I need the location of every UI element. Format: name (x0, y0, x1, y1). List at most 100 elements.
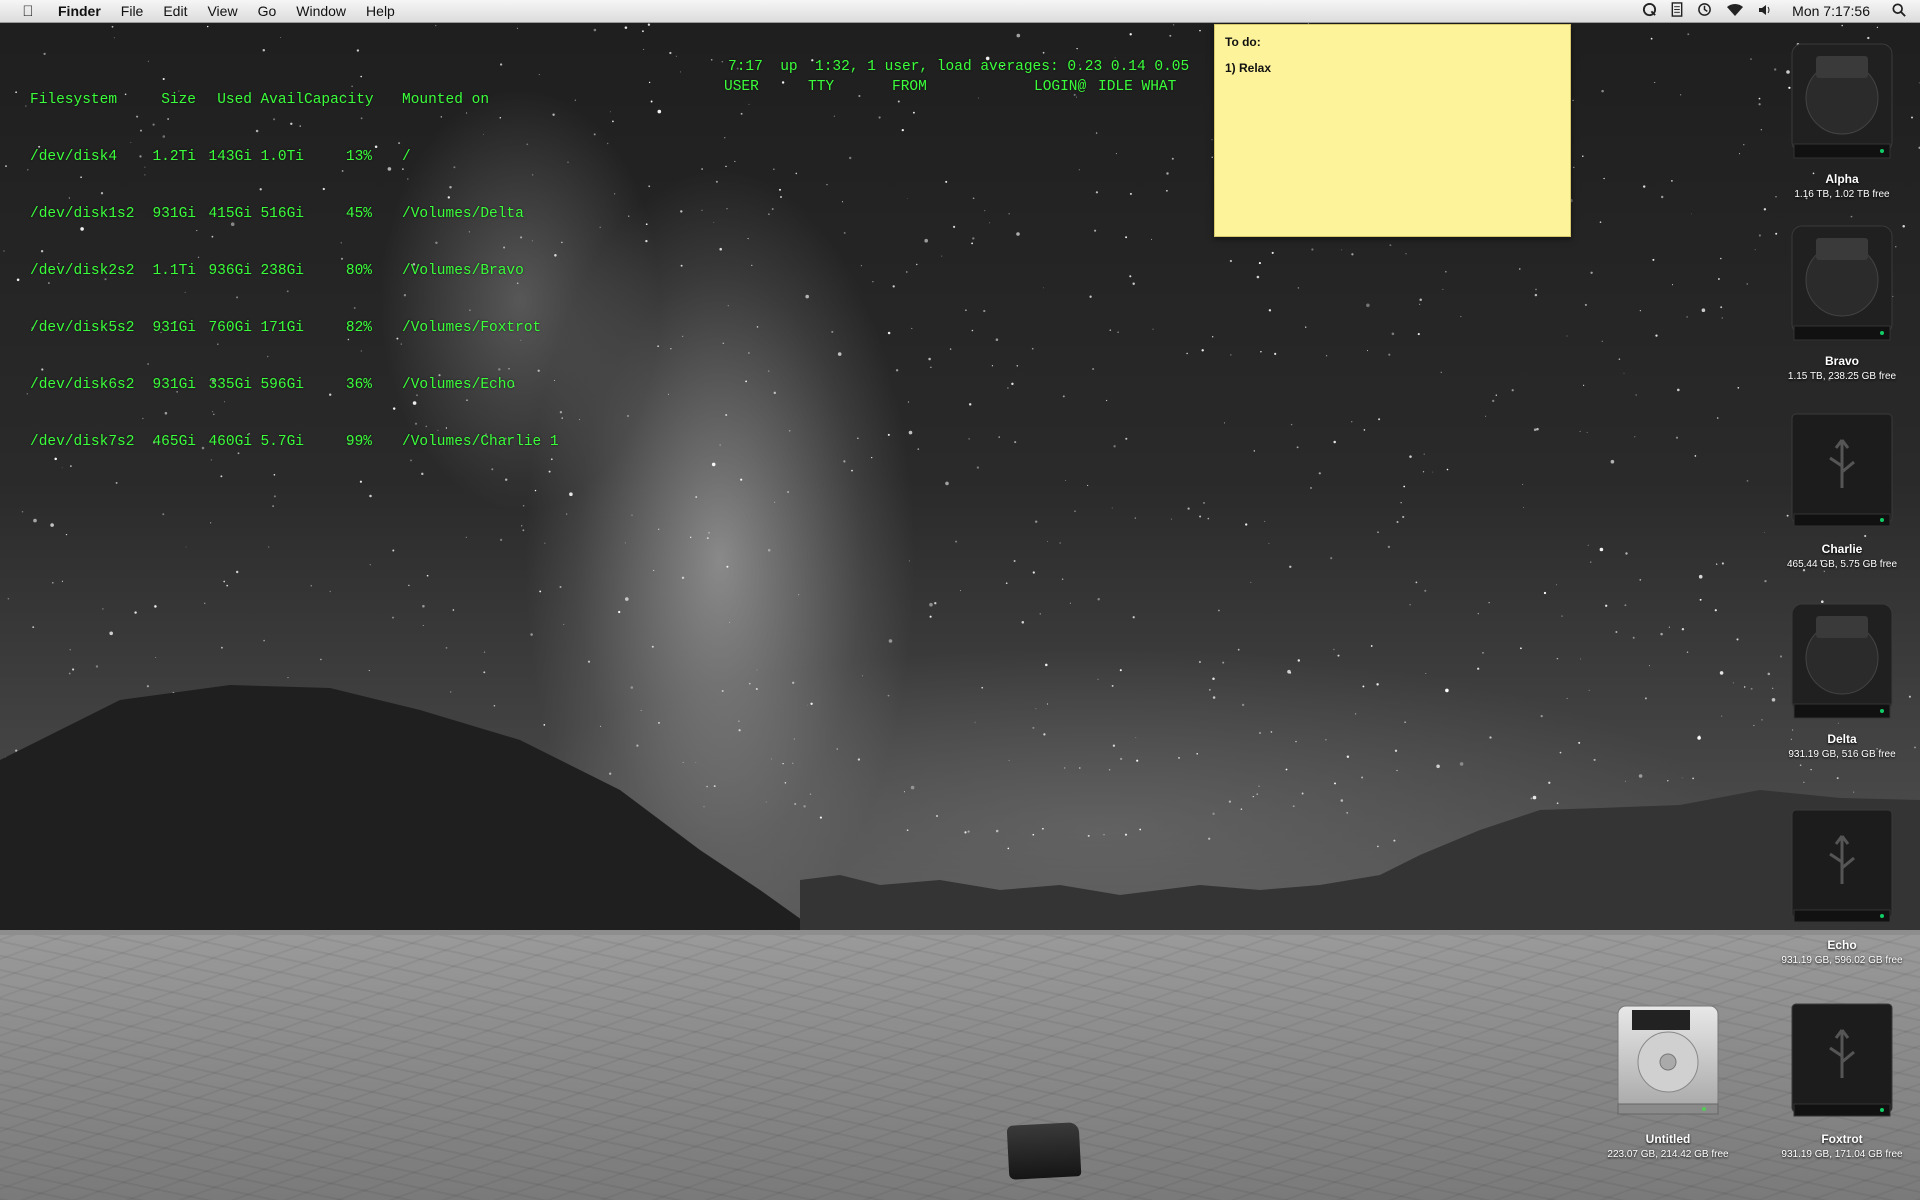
wifi-icon[interactable] (1726, 3, 1744, 20)
star (320, 658, 322, 661)
star (1337, 654, 1340, 657)
star (1590, 271, 1593, 274)
drive-icon-delta[interactable]: Delta 931.19 GB, 516 GB free (1777, 600, 1907, 760)
star (1132, 282, 1135, 285)
star (452, 609, 455, 611)
star (1520, 647, 1522, 650)
star (1911, 116, 1913, 119)
star (210, 522, 212, 524)
drive-icon-untitled[interactable]: Untitled 223.07 GB, 214.42 GB free (1603, 1000, 1733, 1160)
star (1351, 421, 1353, 423)
star (1716, 417, 1719, 419)
star (1076, 47, 1078, 50)
star (991, 365, 994, 367)
spotlight-icon[interactable] (1892, 2, 1906, 20)
df-header-cell: Capacity (304, 92, 374, 108)
apple-menu-icon[interactable]:  (18, 3, 38, 20)
star (1763, 208, 1767, 211)
star (483, 671, 486, 674)
star (1758, 97, 1761, 100)
star (681, 576, 685, 580)
star (422, 625, 424, 627)
star (113, 37, 115, 39)
drive-info: 1.15 TB, 238.25 GB free (1787, 371, 1897, 382)
star (3, 250, 5, 252)
star (612, 120, 614, 123)
star (1129, 192, 1132, 195)
menu-window[interactable]: Window (286, 3, 356, 19)
volume-icon[interactable] (1758, 3, 1772, 20)
star (1290, 423, 1293, 426)
star (768, 213, 770, 215)
sticky-title: To do: (1225, 35, 1261, 49)
df-row: /dev/disk6s2 931Gi 335Gi 596Gi 36% /Volu… (30, 376, 602, 395)
sticky-note[interactable]: To do: 1) Relax (1214, 24, 1571, 237)
star (745, 380, 747, 383)
star (945, 180, 948, 183)
star (1639, 579, 1642, 581)
usb-drive-icon (1786, 1000, 1898, 1122)
quicktime-icon[interactable] (1642, 2, 1657, 20)
star (751, 264, 753, 266)
star (1199, 515, 1202, 518)
star (1671, 284, 1674, 286)
menu-file[interactable]: File (111, 3, 154, 19)
star (1556, 657, 1559, 660)
star (1737, 387, 1740, 389)
star (972, 237, 975, 240)
star (1738, 153, 1741, 155)
star (959, 590, 962, 592)
star (499, 538, 503, 542)
star (1007, 387, 1009, 389)
star (1477, 667, 1480, 670)
drive-info: 931.19 GB, 596.02 GB free (1781, 955, 1903, 966)
star (971, 329, 974, 332)
star (1377, 531, 1379, 534)
app-menu-finder[interactable]: Finder (54, 3, 111, 19)
df-header-cell: Size (161, 92, 196, 108)
star (998, 436, 1000, 438)
star (1370, 645, 1373, 647)
star (220, 475, 223, 478)
menu-clock[interactable]: Mon 7:17:56 (1792, 3, 1870, 19)
df-cell: / (402, 149, 411, 165)
drive-icon-alpha[interactable]: Alpha 1.16 TB, 1.02 TB free (1777, 40, 1907, 200)
df-cell: 143Gi (208, 149, 252, 165)
star (773, 391, 777, 395)
star (530, 633, 533, 636)
star (1543, 591, 1547, 595)
star (1763, 531, 1765, 533)
star (913, 111, 915, 114)
star (25, 105, 27, 107)
menu-view[interactable]: View (197, 3, 247, 19)
drive-icon-charlie[interactable]: Charlie 465.44 GB, 5.75 GB free (1777, 410, 1907, 570)
star (1419, 298, 1422, 301)
star (1615, 631, 1618, 633)
star (268, 546, 270, 548)
menu-help[interactable]: Help (356, 3, 405, 19)
menu-go[interactable]: Go (248, 3, 287, 19)
star (701, 209, 703, 211)
drive-icon-echo[interactable]: Echo 931.19 GB, 596.02 GB free (1777, 806, 1907, 966)
star (32, 626, 35, 629)
script-icon[interactable] (1671, 2, 1683, 20)
who-header-cell: IDLE WHAT (1098, 79, 1177, 95)
star (1186, 352, 1188, 355)
df-header-cell: Used (217, 92, 252, 108)
star (1720, 306, 1723, 309)
drive-icon-foxtrot[interactable]: Foxtrot 931.19 GB, 171.04 GB free (1777, 1000, 1907, 1160)
star (929, 602, 933, 607)
star (1876, 26, 1879, 29)
star (924, 238, 928, 243)
menu-edit[interactable]: Edit (153, 3, 197, 19)
star (908, 560, 910, 562)
star (1442, 288, 1444, 290)
time-machine-icon[interactable] (1697, 2, 1712, 20)
star (861, 675, 863, 677)
drive-icon-bravo[interactable]: Bravo 1.15 TB, 238.25 GB free (1777, 222, 1907, 382)
star (154, 605, 157, 608)
star (115, 481, 118, 484)
star (69, 649, 71, 651)
star (725, 165, 727, 168)
mac-hard-drive-icon (1786, 222, 1898, 344)
